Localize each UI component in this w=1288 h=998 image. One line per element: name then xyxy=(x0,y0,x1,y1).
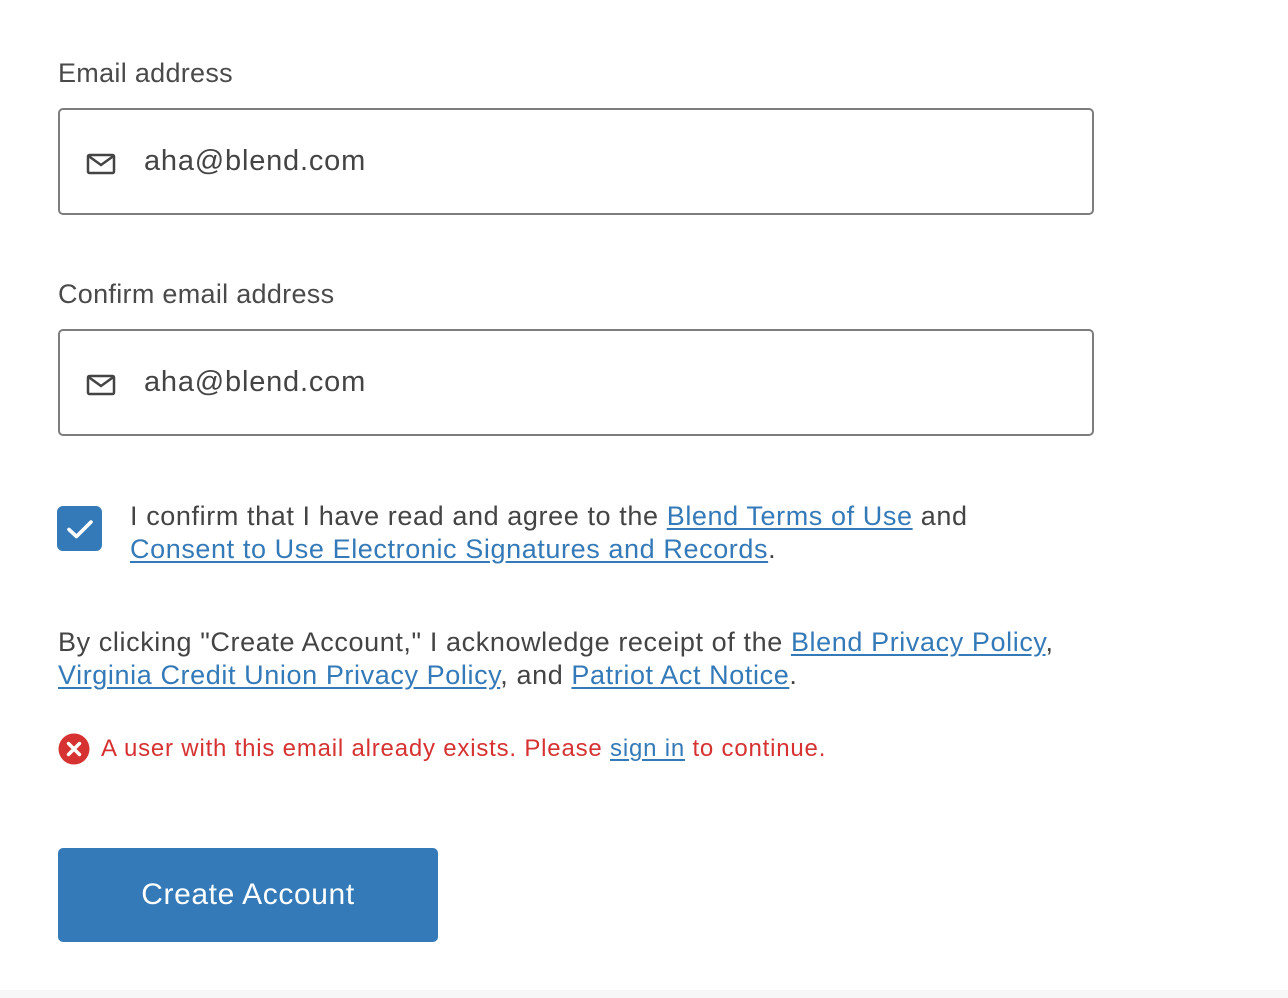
confirm-email-label: Confirm email address xyxy=(58,279,335,309)
create-account-button[interactable]: Create Account xyxy=(58,848,438,942)
error-text: A user with this email already exists. P… xyxy=(101,735,826,763)
error-text-after: to continue. xyxy=(685,735,827,762)
confirm-email-input-box[interactable] xyxy=(58,329,1094,436)
mail-icon xyxy=(86,374,116,396)
confirm-email-input[interactable] xyxy=(144,331,1074,434)
error-text-before: A user with this email already exists. P… xyxy=(101,735,611,762)
consent-text-before: I confirm that I have read and agree to … xyxy=(130,501,667,531)
email-input[interactable] xyxy=(144,110,1074,213)
consent-text-middle: and xyxy=(912,501,968,531)
acknowledgement-text: By clicking "Create Account," I acknowle… xyxy=(58,626,1118,692)
page-bottom-edge xyxy=(0,990,1288,998)
consent-text-after: . xyxy=(768,534,777,564)
consent-text: I confirm that I have read and agree to … xyxy=(130,500,1090,566)
vcu-privacy-policy-link[interactable]: Virginia Credit Union Privacy Policy xyxy=(58,660,500,690)
patriot-act-notice-link[interactable]: Patriot Act Notice xyxy=(571,660,789,690)
error-icon xyxy=(58,733,90,765)
checkmark-icon xyxy=(66,519,93,538)
terms-checkbox[interactable] xyxy=(57,506,102,551)
esign-consent-link[interactable]: Consent to Use Electronic Signatures and… xyxy=(130,534,768,564)
ack-text-after: . xyxy=(789,660,798,690)
email-input-box[interactable] xyxy=(58,108,1094,215)
error-message: A user with this email already exists. P… xyxy=(58,732,826,766)
ack-text-before: By clicking "Create Account," I acknowle… xyxy=(58,627,791,657)
blend-privacy-policy-link[interactable]: Blend Privacy Policy xyxy=(791,627,1046,657)
terms-of-use-link[interactable]: Blend Terms of Use xyxy=(667,501,913,531)
ack-text-and: , and xyxy=(500,660,572,690)
mail-icon xyxy=(86,153,116,175)
ack-comma: , xyxy=(1045,627,1054,657)
email-label: Email address xyxy=(58,58,233,88)
signup-form: Email address Confirm email address I co… xyxy=(0,0,1288,998)
sign-in-link[interactable]: sign in xyxy=(610,735,685,762)
